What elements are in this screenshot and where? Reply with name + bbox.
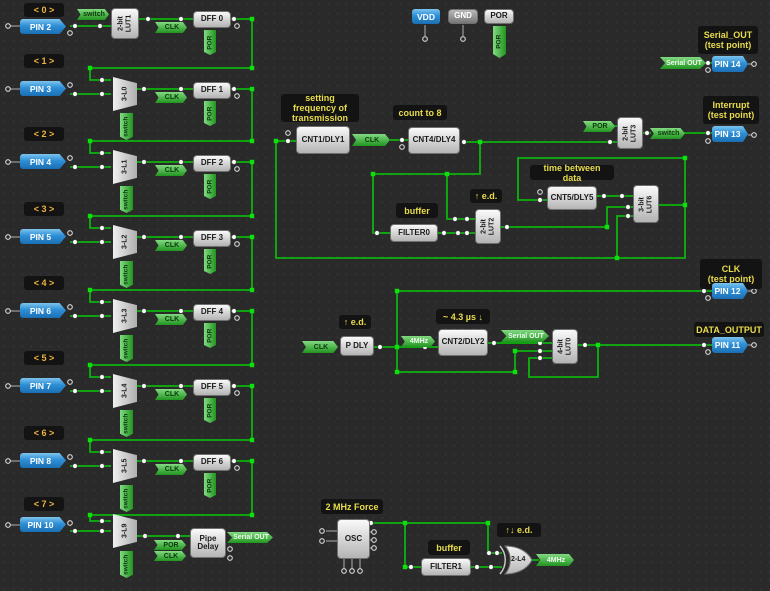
lut2-block[interactable]: 2-bitLUT2 xyxy=(475,209,501,244)
switch-tag[interactable]: switch xyxy=(120,113,133,140)
clk-tag[interactable]: CLK xyxy=(154,551,186,561)
row-index-label: < 0 > xyxy=(24,3,64,17)
serial-out-testpoint-label: Serial_OUT(test point) xyxy=(698,26,758,54)
clk-tag[interactable]: CLK xyxy=(155,389,187,400)
row-index-label: < 6 > xyxy=(24,426,64,440)
switch-input-tag[interactable]: switch xyxy=(77,9,109,20)
lut6-block[interactable]: 3-bitLUT6 xyxy=(633,185,659,223)
por-tag[interactable]: POR xyxy=(204,323,216,348)
count-to-8-label: count to 8 xyxy=(393,105,447,120)
buffer1-label: buffer xyxy=(428,540,470,555)
pin-input-block[interactable]: PIN 7 xyxy=(20,378,66,393)
serial-out-output-tag[interactable]: Serial OUT xyxy=(227,532,273,543)
pdly-edge-detect-label: ↑ e.d. xyxy=(339,315,371,329)
por-tag[interactable]: POR xyxy=(204,473,216,498)
switch-net-tag[interactable]: switch xyxy=(650,128,685,139)
pin-input-block[interactable]: PIN 6 xyxy=(20,303,66,318)
osc-block[interactable]: OSC xyxy=(337,519,370,559)
serial-out-tag-lut0[interactable]: Serial OUT xyxy=(501,330,549,342)
clk-tag[interactable]: CLK xyxy=(155,92,187,103)
por-tag[interactable]: POR xyxy=(204,101,216,126)
pin11-block[interactable]: PIN 11 xyxy=(712,337,748,353)
xor-gate-label: 2-L4 xyxy=(511,556,525,563)
row-index-label: < 7 > xyxy=(24,497,64,511)
switch-tag[interactable]: switch xyxy=(120,485,133,512)
gnd-block[interactable]: GND xyxy=(448,9,478,24)
switch-tag[interactable]: switch xyxy=(120,186,133,213)
dff-block[interactable]: DFF 3 xyxy=(193,230,231,247)
pin12-block[interactable]: PIN 12 xyxy=(712,283,748,299)
clk-net-tag[interactable]: CLK xyxy=(352,134,390,146)
setting-frequency-label: setting frequency of transmission xyxy=(281,94,359,122)
lut3-block[interactable]: 2-bitLUT3 xyxy=(617,117,643,149)
switch-tag[interactable]: switch xyxy=(120,410,133,437)
pin14-block[interactable]: PIN 14 xyxy=(712,56,748,72)
por-tag[interactable]: POR xyxy=(154,540,186,550)
row-index-label: < 1 > xyxy=(24,54,64,68)
pin-input-block[interactable]: PIN 10 xyxy=(20,517,66,532)
pin-input-block[interactable]: PIN 4 xyxy=(20,154,66,169)
filter0-block[interactable]: FILTER0 xyxy=(390,224,438,242)
schematic-canvas: VDD GND POR POR Serial_OUT(test point) S… xyxy=(0,0,770,591)
switch-tag[interactable]: switch xyxy=(120,551,133,578)
row-index-label: < 3 > xyxy=(24,202,64,216)
por-input-tag[interactable]: POR xyxy=(583,121,615,132)
dff-block[interactable]: DFF 2 xyxy=(193,155,231,172)
cnt1-dly1-block[interactable]: CNT1/DLY1 xyxy=(296,126,350,154)
data-output-label: DATA_OUTPUT xyxy=(694,322,764,337)
delay-4us-label: ~ 4.3 µs ↓ xyxy=(436,309,490,324)
xor-edge-detect-label: ↑↓ e.d. xyxy=(497,523,541,537)
por-tag[interactable]: POR xyxy=(204,174,216,199)
cnt2-dly2-block[interactable]: CNT2/DLY2 xyxy=(438,329,488,356)
pin-input-block[interactable]: PIN 5 xyxy=(20,229,66,244)
dff-block[interactable]: DFF 6 xyxy=(193,454,231,471)
clk-tag[interactable]: CLK xyxy=(155,165,187,176)
lut1-block[interactable]: 2-bitLUT1 xyxy=(111,8,139,39)
cnt4-dly4-block[interactable]: CNT4/DLY4 xyxy=(408,127,460,154)
2mhz-force-label: 2 MHz Force xyxy=(321,499,383,514)
pin-input-block[interactable]: PIN 8 xyxy=(20,453,66,468)
pin-input-block[interactable]: PIN 2 xyxy=(20,19,66,34)
dff-block[interactable]: DFF 4 xyxy=(193,304,231,321)
4mhz-input-tag[interactable]: 4MHz xyxy=(401,336,435,347)
serial-out-input-tag[interactable]: Serial OUT xyxy=(660,57,706,69)
pin13-block[interactable]: PIN 13 xyxy=(712,126,748,142)
switch-tag[interactable]: switch xyxy=(120,261,133,288)
pdly-block[interactable]: P DLY xyxy=(340,336,374,356)
clk-tag[interactable]: CLK xyxy=(155,464,187,475)
filter1-block[interactable]: FILTER1 xyxy=(421,558,471,576)
row-index-label: < 4 > xyxy=(24,276,64,290)
clk-tag[interactable]: CLK xyxy=(155,314,187,325)
por-tag[interactable]: POR xyxy=(204,30,216,55)
pipe-delay-block[interactable]: PipeDelay xyxy=(190,528,226,558)
lut0-block[interactable]: 4-bitLUT0 xyxy=(552,329,578,364)
vdd-block[interactable]: VDD xyxy=(412,9,440,24)
xor-gate-2l4[interactable]: 2-L4 xyxy=(498,544,534,576)
clk-tag[interactable]: CLK xyxy=(155,22,187,33)
dff-block[interactable]: DFF 5 xyxy=(193,379,231,396)
edge-detect-label: ↑ e.d. xyxy=(470,189,502,203)
row-index-label: < 2 > xyxy=(24,127,64,141)
por-tag[interactable]: POR xyxy=(204,249,216,274)
time-between-data-label: time between data xyxy=(530,165,614,180)
switch-tag[interactable]: switch xyxy=(120,335,133,362)
clk-tag[interactable]: CLK xyxy=(155,240,187,251)
pin-input-block[interactable]: PIN 3 xyxy=(20,81,66,96)
buffer0-label: buffer xyxy=(396,203,438,218)
clk-input-tag[interactable]: CLK xyxy=(302,341,338,353)
4mhz-output-tag[interactable]: 4MHz xyxy=(536,554,574,566)
dff-block[interactable]: DFF 1 xyxy=(193,82,231,99)
interrupt-testpoint-label: Interrupt(test point) xyxy=(703,96,759,124)
dff-block[interactable]: DFF 0 xyxy=(193,11,231,28)
row-index-label: < 5 > xyxy=(24,351,64,365)
por-power-tag-label: POR xyxy=(496,35,504,49)
por-tag[interactable]: POR xyxy=(204,398,216,423)
por-power-tag[interactable]: POR xyxy=(493,26,506,58)
por-block[interactable]: POR xyxy=(484,9,514,24)
cnt5-dly5-block[interactable]: CNT5/DLY5 xyxy=(547,186,597,210)
